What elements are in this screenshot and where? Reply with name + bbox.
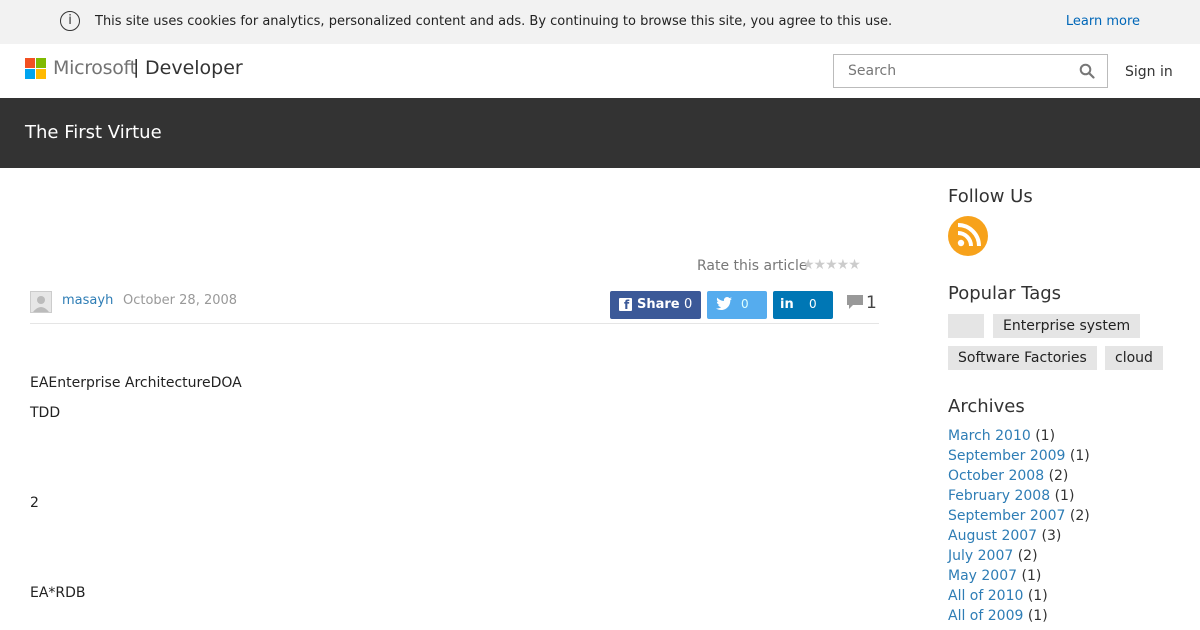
archive-count: (1) xyxy=(1021,568,1042,584)
archive-count: (2) xyxy=(1069,508,1090,524)
rating-stars[interactable]: ★★★★★ xyxy=(802,257,861,273)
linkedin-share-button[interactable]: in 0 xyxy=(773,291,833,319)
archive-link[interactable]: September 2009 xyxy=(948,448,1065,464)
archive-link[interactable]: All of 2010 xyxy=(948,588,1023,604)
follow-us-heading: Follow Us xyxy=(948,186,1033,207)
avatar-icon xyxy=(33,296,49,312)
article-paragraph: TDD xyxy=(30,405,61,421)
archive-count: (1) xyxy=(1027,608,1048,624)
twitter-share-button[interactable]: 0 xyxy=(707,291,767,319)
microsoft-logo-icon[interactable] xyxy=(25,58,47,80)
facebook-icon: f xyxy=(619,298,632,312)
brand-name[interactable]: Microsoft xyxy=(53,57,137,79)
author-link[interactable]: masayh xyxy=(62,293,113,308)
blog-title-bar: The First Virtue xyxy=(0,98,1200,168)
article-paragraph: EAEnterprise ArchitectureDOA xyxy=(30,375,242,391)
search-icon[interactable] xyxy=(1079,63,1095,79)
archive-item: July 2007 (2) xyxy=(948,548,1038,564)
linkedin-share-count: 0 xyxy=(809,297,817,311)
facebook-share-button[interactable]: f Share 0 xyxy=(610,291,701,319)
archive-item: August 2007 (3) xyxy=(948,528,1061,544)
popular-tags-heading: Popular Tags xyxy=(948,283,1062,304)
tag-link[interactable]: Software Factories xyxy=(948,346,1097,370)
archive-link[interactable]: February 2008 xyxy=(948,488,1050,504)
archive-link[interactable]: July 2007 xyxy=(948,548,1013,564)
article-divider xyxy=(30,323,879,324)
linkedin-icon: in xyxy=(780,297,794,312)
rss-icon xyxy=(957,223,981,247)
archive-link[interactable]: October 2008 xyxy=(948,468,1044,484)
author-avatar[interactable] xyxy=(30,291,52,313)
archives-heading: Archives xyxy=(948,396,1025,417)
archive-item: September 2009 (1) xyxy=(948,448,1090,464)
archive-item: September 2007 (2) xyxy=(948,508,1090,524)
archive-item: February 2008 (1) xyxy=(948,488,1074,504)
search-input[interactable] xyxy=(846,62,1070,80)
tag-link[interactable] xyxy=(948,314,984,338)
comment-count[interactable]: 1 xyxy=(866,293,877,313)
archive-item: All of 2010 (1) xyxy=(948,588,1048,604)
sign-in-link[interactable]: Sign in xyxy=(1125,64,1173,80)
tag-link[interactable]: cloud xyxy=(1105,346,1163,370)
learn-more-link[interactable]: Learn more xyxy=(1066,14,1140,29)
archive-count: (3) xyxy=(1041,528,1062,544)
site-header: Microsoft | Developer Sign in xyxy=(0,44,1200,98)
archive-count: (2) xyxy=(1048,468,1069,484)
archive-link[interactable]: May 2007 xyxy=(948,568,1017,584)
twitter-share-count: 0 xyxy=(741,297,749,311)
archive-count: (1) xyxy=(1054,488,1075,504)
archive-item: October 2008 (2) xyxy=(948,468,1068,484)
info-icon: i xyxy=(60,11,80,31)
archive-item: All of 2009 (1) xyxy=(948,608,1048,624)
facebook-share-label: Share xyxy=(637,297,680,312)
archive-link[interactable]: August 2007 xyxy=(948,528,1037,544)
article-paragraph: 2 xyxy=(30,495,39,511)
archive-count: (1) xyxy=(1035,428,1056,444)
cookie-message: This site uses cookies for analytics, pe… xyxy=(95,14,893,29)
archive-count: (1) xyxy=(1069,448,1090,464)
archive-link[interactable]: September 2007 xyxy=(948,508,1065,524)
archive-item: March 2010 (1) xyxy=(948,428,1055,444)
archive-link[interactable]: March 2010 xyxy=(948,428,1031,444)
article-paragraph: EA*RDB xyxy=(30,585,86,601)
tag-link[interactable]: Enterprise system xyxy=(993,314,1141,338)
post-date: October 28, 2008 xyxy=(123,293,238,308)
rate-article-label: Rate this article xyxy=(697,258,808,274)
rss-feed-icon[interactable] xyxy=(948,216,988,256)
archive-count: (1) xyxy=(1027,588,1048,604)
twitter-icon xyxy=(716,297,732,310)
archive-item: May 2007 (1) xyxy=(948,568,1041,584)
comment-icon[interactable] xyxy=(847,295,863,309)
archive-count: (2) xyxy=(1017,548,1038,564)
archive-link[interactable]: All of 2009 xyxy=(948,608,1023,624)
cookie-banner: i This site uses cookies for analytics, … xyxy=(0,0,1200,44)
brand-separator: | xyxy=(133,56,140,78)
search-box[interactable] xyxy=(833,54,1108,88)
facebook-share-count: 0 xyxy=(684,297,693,312)
blog-title[interactable]: The First Virtue xyxy=(25,122,162,143)
developer-link[interactable]: Developer xyxy=(145,57,243,79)
